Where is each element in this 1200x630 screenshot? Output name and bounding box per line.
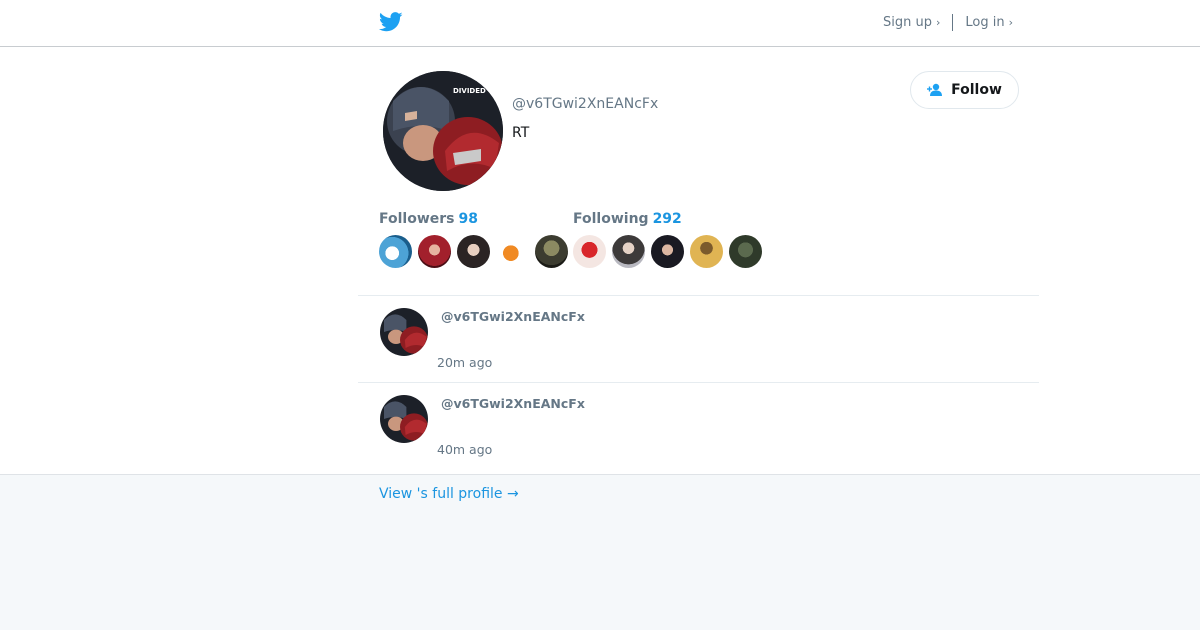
profile-card: DIVIDED WE F @v6TGwi2XnEANcFx RT Follow … (0, 47, 1200, 475)
follower-avatar[interactable] (457, 235, 490, 268)
login-link[interactable]: Log in › (965, 15, 1013, 30)
tweet-item[interactable]: @v6TGwi2XnEANcFx 40m ago (358, 383, 1039, 469)
followers-stat[interactable]: Followers 98 (379, 211, 478, 227)
follow-button-label: Follow (951, 82, 1002, 98)
following-avatar[interactable] (573, 235, 606, 268)
following-avatar[interactable] (612, 235, 645, 268)
signup-link[interactable]: Sign up › (883, 15, 940, 30)
following-avatar[interactable] (690, 235, 723, 268)
followers-avatars (379, 235, 574, 268)
twitter-bird-icon[interactable] (379, 12, 403, 32)
following-stat[interactable]: Following 292 (573, 211, 682, 227)
following-label: Following (573, 211, 649, 227)
following-avatar[interactable] (651, 235, 684, 268)
auth-links: Sign up › Log in › (883, 14, 1013, 31)
tweet-item[interactable]: @v6TGwi2XnEANcFx 20m ago (358, 296, 1039, 382)
add-user-icon (927, 83, 943, 96)
followers-label: Followers (379, 211, 455, 227)
top-bar: Sign up › Log in › (0, 0, 1200, 47)
tweet-avatar[interactable] (380, 308, 428, 356)
tweet-handle[interactable]: @v6TGwi2XnEANcFx (441, 309, 585, 324)
tweet-avatar[interactable] (380, 395, 428, 443)
profile-handle: @v6TGwi2XnEANcFx (512, 96, 659, 112)
full-profile-link[interactable]: View 's full profile → (379, 486, 519, 502)
follower-avatar[interactable] (535, 235, 568, 268)
follower-avatar[interactable] (496, 235, 529, 268)
svg-text:DIVIDED WE F: DIVIDED WE F (453, 87, 503, 95)
follower-avatar[interactable] (379, 235, 412, 268)
follower-avatar[interactable] (418, 235, 451, 268)
profile-avatar[interactable]: DIVIDED WE F (383, 71, 503, 191)
followers-count: 98 (458, 211, 478, 227)
tweet-timestamp[interactable]: 40m ago (437, 442, 492, 457)
tweet-handle[interactable]: @v6TGwi2XnEANcFx (441, 396, 585, 411)
following-avatar[interactable] (729, 235, 762, 268)
follow-button[interactable]: Follow (910, 71, 1019, 109)
profile-bio: RT (512, 125, 530, 141)
following-avatars (573, 235, 768, 268)
auth-divider (952, 14, 954, 31)
tweet-timestamp[interactable]: 20m ago (437, 355, 492, 370)
following-count: 292 (652, 211, 682, 227)
